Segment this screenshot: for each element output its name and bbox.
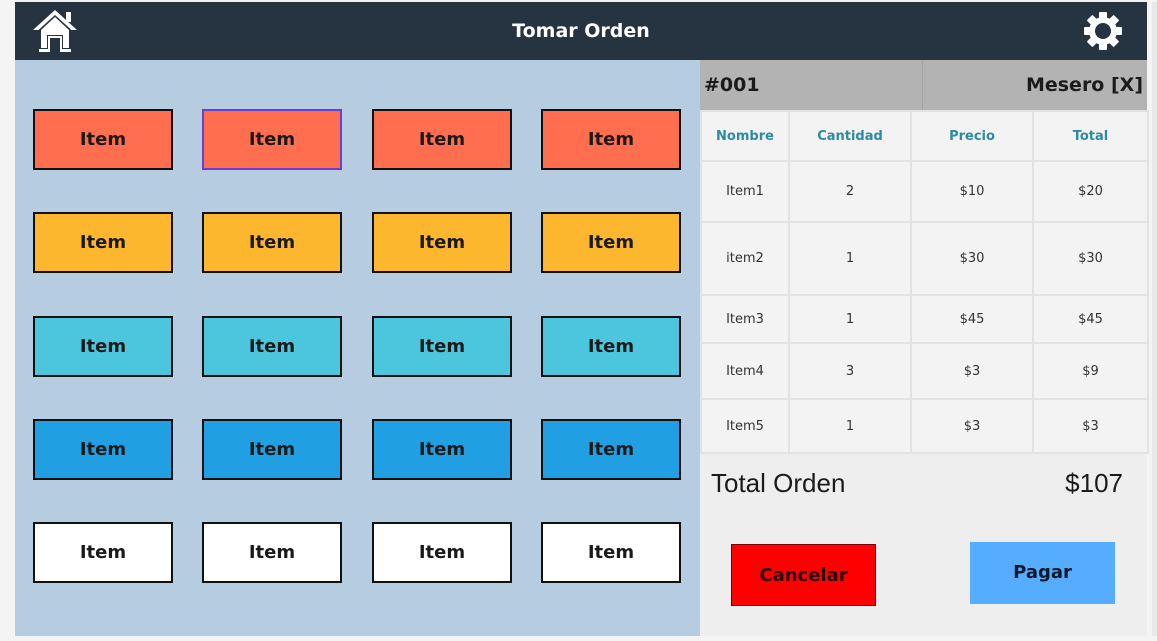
table-row[interactable]: Item5 1 $3 $3 bbox=[700, 398, 1149, 454]
menu-item-button[interactable]: Item bbox=[202, 109, 342, 170]
cell-precio: $30 bbox=[910, 221, 1034, 296]
window-edge bbox=[1152, 2, 1157, 636]
order-table: Nombre Cantidad Precio Total Item1 2 $10… bbox=[700, 110, 1149, 454]
menu-item-button[interactable]: Item bbox=[541, 316, 681, 377]
waiter-label: Mesero [X] bbox=[1025, 74, 1143, 96]
menu-item-button[interactable]: Item bbox=[33, 316, 173, 377]
menu-item-button[interactable]: Item bbox=[541, 212, 681, 273]
menu-item-button[interactable]: Item bbox=[33, 419, 173, 480]
cell-nombre: Item5 bbox=[700, 398, 790, 454]
cell-nombre: Item4 bbox=[700, 342, 790, 400]
menu-item-button[interactable]: Item bbox=[33, 109, 173, 170]
menu-item-button[interactable]: Item bbox=[372, 522, 512, 583]
menu-item-button[interactable]: Item bbox=[33, 212, 173, 273]
cancel-button[interactable]: Cancelar bbox=[731, 544, 876, 606]
cell-cantidad: 2 bbox=[788, 160, 912, 223]
gear-icon[interactable] bbox=[1083, 11, 1123, 51]
table-row[interactable]: Item4 3 $3 $9 bbox=[700, 342, 1149, 400]
cell-nombre: item2 bbox=[700, 221, 790, 296]
menu-item-button[interactable]: Item bbox=[202, 316, 342, 377]
cell-precio: $10 bbox=[910, 160, 1034, 223]
menu-item-button[interactable]: Item bbox=[372, 212, 512, 273]
cell-total: $30 bbox=[1032, 221, 1149, 296]
cell-nombre: Item1 bbox=[700, 160, 790, 223]
column-header-precio: Precio bbox=[910, 110, 1034, 162]
order-total-label: Total Orden bbox=[711, 468, 846, 498]
cell-total: $45 bbox=[1032, 294, 1149, 344]
table-row[interactable]: item2 1 $30 $30 bbox=[700, 221, 1149, 296]
cell-total: $20 bbox=[1032, 160, 1149, 223]
menu-item-button[interactable]: Item bbox=[202, 419, 342, 480]
menu-item-button[interactable]: Item bbox=[202, 212, 342, 273]
menu-item-button[interactable]: Item bbox=[372, 109, 512, 170]
cell-nombre: Item3 bbox=[700, 294, 790, 344]
cell-total: $3 bbox=[1032, 398, 1149, 454]
order-total-value: $107 bbox=[1065, 468, 1123, 498]
column-header-cantidad: Cantidad bbox=[788, 110, 912, 162]
column-header-nombre: Nombre bbox=[700, 110, 790, 162]
page-title: Tomar Orden bbox=[512, 20, 650, 42]
pos-app: Tomar Orden Item Item Item Item Item Item Item… bbox=[15, 2, 1149, 636]
table-row[interactable]: Item3 1 $45 $45 bbox=[700, 294, 1149, 344]
cell-cantidad: 1 bbox=[788, 221, 912, 296]
menu-item-button[interactable]: Item bbox=[202, 522, 342, 583]
menu-item-button[interactable]: Item bbox=[541, 109, 681, 170]
cell-precio: $3 bbox=[910, 342, 1034, 400]
cell-cantidad: 3 bbox=[788, 342, 912, 400]
top-bar: Tomar Orden bbox=[15, 2, 1147, 60]
menu-item-button[interactable]: Item bbox=[33, 522, 173, 583]
divider bbox=[922, 60, 923, 110]
cell-precio: $45 bbox=[910, 294, 1034, 344]
menu-item-button[interactable]: Item bbox=[372, 316, 512, 377]
table-row[interactable]: Item1 2 $10 $20 bbox=[700, 160, 1149, 223]
cell-cantidad: 1 bbox=[788, 398, 912, 454]
menu-item-button[interactable]: Item bbox=[541, 522, 681, 583]
item-grid: Item Item Item Item Item Item Item Item Item Item… bbox=[15, 60, 700, 636]
order-number: #001 bbox=[704, 74, 760, 96]
menu-item-button[interactable]: Item bbox=[372, 419, 512, 480]
cell-cantidad: 1 bbox=[788, 294, 912, 344]
order-info-bar: #001 Mesero [X] bbox=[700, 60, 1147, 110]
table-header-row: Nombre Cantidad Precio Total bbox=[700, 110, 1149, 162]
menu-item-button[interactable]: Item bbox=[541, 419, 681, 480]
column-header-total: Total bbox=[1032, 110, 1149, 162]
cell-precio: $3 bbox=[910, 398, 1034, 454]
order-panel: #001 Mesero [X] Nombre Cantidad Precio T… bbox=[700, 60, 1149, 636]
pay-button[interactable]: Pagar bbox=[970, 542, 1115, 604]
cell-total: $9 bbox=[1032, 342, 1149, 400]
